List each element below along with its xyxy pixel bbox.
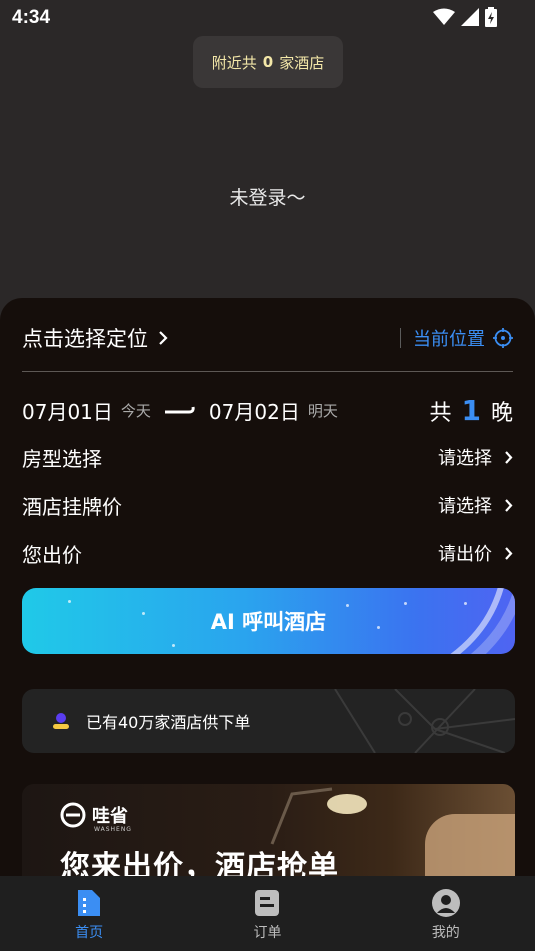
listed-price-value[interactable]: 请选择 (438, 492, 513, 518)
glow-decoration (450, 588, 515, 654)
nights-prefix: 共 (429, 400, 452, 426)
checkin-tag: 今天 (120, 401, 151, 420)
status-bar: 4:34 (0, 0, 535, 36)
sparkle (68, 600, 71, 603)
listed-price-row[interactable]: 酒店挂牌价 请选择 (22, 488, 513, 522)
status-icons (433, 7, 497, 27)
toast-count: 0 (262, 53, 274, 71)
nav-home[interactable]: 首页 (0, 876, 178, 951)
your-bid-label: 您出价 (22, 542, 82, 567)
locate-icon (493, 328, 513, 348)
room-type-value[interactable]: 请选择 (438, 444, 513, 470)
chevron-right-icon (159, 331, 168, 345)
listed-price-label: 酒店挂牌价 (22, 494, 122, 519)
select-location-button[interactable]: 点击选择定位 (22, 323, 168, 353)
room-type-row[interactable]: 房型选择 请选择 (22, 440, 513, 474)
checkout-date[interactable]: 07月02日 (209, 396, 300, 425)
listed-price-select: 请选择 (438, 496, 492, 517)
ai-call-hotel-button[interactable]: AI 呼叫酒店 (22, 588, 515, 654)
brand-logo: 哇省 (60, 802, 128, 828)
signal-icon (461, 8, 479, 26)
nav-profile-label: 我的 (431, 925, 460, 941)
sparkle (346, 604, 349, 607)
nearby-hotels-toast: 附近共 0 家酒店 (193, 36, 343, 88)
hotel-count-text: 已有40万家酒店供下单 (86, 713, 251, 732)
booking-panel: 点击选择定位 当前位置 07月01日 今天 07月02日 明天 共 1 晚 房型… (0, 298, 535, 898)
profile-icon (431, 889, 460, 917)
chevron-right-icon (505, 498, 513, 512)
nav-home-label: 首页 (75, 925, 104, 941)
nav-profile[interactable]: 我的 (357, 876, 535, 951)
nights-count: 共 1 晚 (429, 394, 513, 427)
toast-suffix: 家酒店 (279, 53, 325, 72)
your-bid-row[interactable]: 您出价 请出价 (22, 536, 513, 570)
brand-sub: WASHENG (94, 826, 132, 833)
sparkle (172, 644, 175, 647)
home-icon (78, 890, 101, 916)
checkin-date[interactable]: 07月01日 (22, 396, 113, 425)
select-location-label: 点击选择定位 (22, 327, 148, 351)
order-icon (255, 890, 280, 916)
date-row[interactable]: 07月01日 今天 07月02日 明天 共 1 晚 (22, 392, 513, 428)
chevron-right-icon (505, 546, 513, 560)
logo-icon (60, 802, 86, 828)
hotel-count-card: 已有40万家酒店供下单 (22, 689, 515, 753)
checkout-tag: 明天 (307, 401, 338, 420)
arrow-right-icon (164, 406, 195, 414)
nav-orders-label: 订单 (253, 925, 282, 941)
user-avatar-icon (53, 713, 69, 729)
battery-icon (485, 7, 497, 27)
nights-suffix: 晚 (490, 400, 513, 426)
chevron-right-icon (505, 450, 513, 464)
toast-prefix: 附近共 (211, 53, 257, 72)
room-type-label: 房型选择 (22, 446, 102, 471)
map-decoration (334, 689, 515, 753)
brand-name: 哇省 (92, 806, 128, 827)
wifi-icon (433, 8, 455, 25)
ai-call-hotel-label: AI 呼叫酒店 (210, 610, 327, 634)
your-bid-input: 请出价 (438, 544, 492, 565)
nav-orders[interactable]: 订单 (178, 876, 356, 951)
divider (22, 371, 513, 372)
separator (400, 328, 401, 348)
nights-number: 1 (461, 393, 481, 427)
sparkle (142, 612, 145, 615)
sparkle (377, 626, 380, 629)
status-time: 4:34 (12, 7, 51, 28)
not-logged-in-text[interactable]: 未登录～ (0, 183, 535, 210)
location-row: 点击选择定位 当前位置 (22, 320, 513, 356)
room-type-select: 请选择 (438, 448, 492, 469)
your-bid-value[interactable]: 请出价 (438, 540, 513, 566)
bottom-nav: 首页 订单 我的 (0, 876, 535, 951)
current-location-label: 当前位置 (413, 329, 485, 350)
current-location-button[interactable]: 当前位置 (400, 325, 513, 351)
